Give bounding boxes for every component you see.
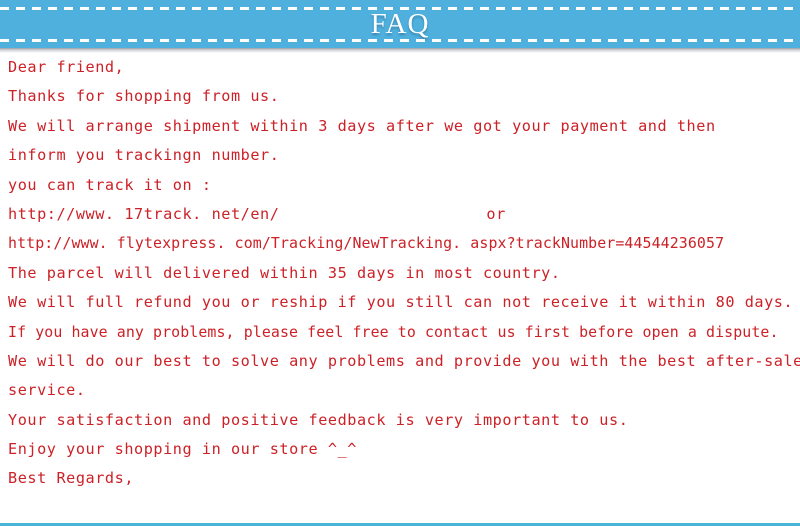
page-title: FAQ	[370, 8, 430, 40]
faq-line-service: service.	[8, 381, 86, 400]
faq-line-greeting: Dear friend,	[8, 58, 125, 76]
faq-line-thanks: Thanks for shopping from us.	[8, 87, 280, 106]
faq-line-refund: We will full refund you or reship if you…	[8, 293, 794, 312]
faq-line-enjoy: Enjoy your shopping in our store ^_^	[8, 440, 357, 459]
faq-line-delivery-time: The parcel will delivered within 35 days…	[8, 263, 561, 282]
faq-line-aftersale: We will do our best to solve any problem…	[8, 351, 800, 370]
tracking-url-flytexpress[interactable]: http://www. flytexpress. com/Tracking/Ne…	[8, 229, 800, 258]
faq-banner: FAQ	[0, 0, 800, 53]
faq-line-track-intro: you can track it on :	[8, 175, 212, 194]
faq-page: FAQ Dear friend, Thanks for shopping fro…	[0, 0, 800, 526]
faq-line-shipment: We will arrange shipment within 3 days a…	[8, 116, 716, 135]
faq-body: Dear friend, Thanks for shopping from us…	[0, 53, 800, 494]
banner-dashed-line-bottom	[0, 39, 800, 42]
faq-line-feedback: Your satisfaction and positive feedback …	[8, 410, 629, 429]
tracking-url-17track[interactable]: http://www. 17track. net/en/	[8, 205, 279, 223]
faq-line-signoff: Best Regards,	[8, 469, 135, 488]
faq-line-tracking-url-1-row: http://www. 17track. net/en/or	[8, 200, 800, 229]
faq-line-inform: inform you trackingn number.	[8, 146, 280, 165]
tracking-url-separator: or	[486, 204, 506, 223]
faq-line-dispute: If you have any problems, please feel fr…	[8, 322, 779, 341]
